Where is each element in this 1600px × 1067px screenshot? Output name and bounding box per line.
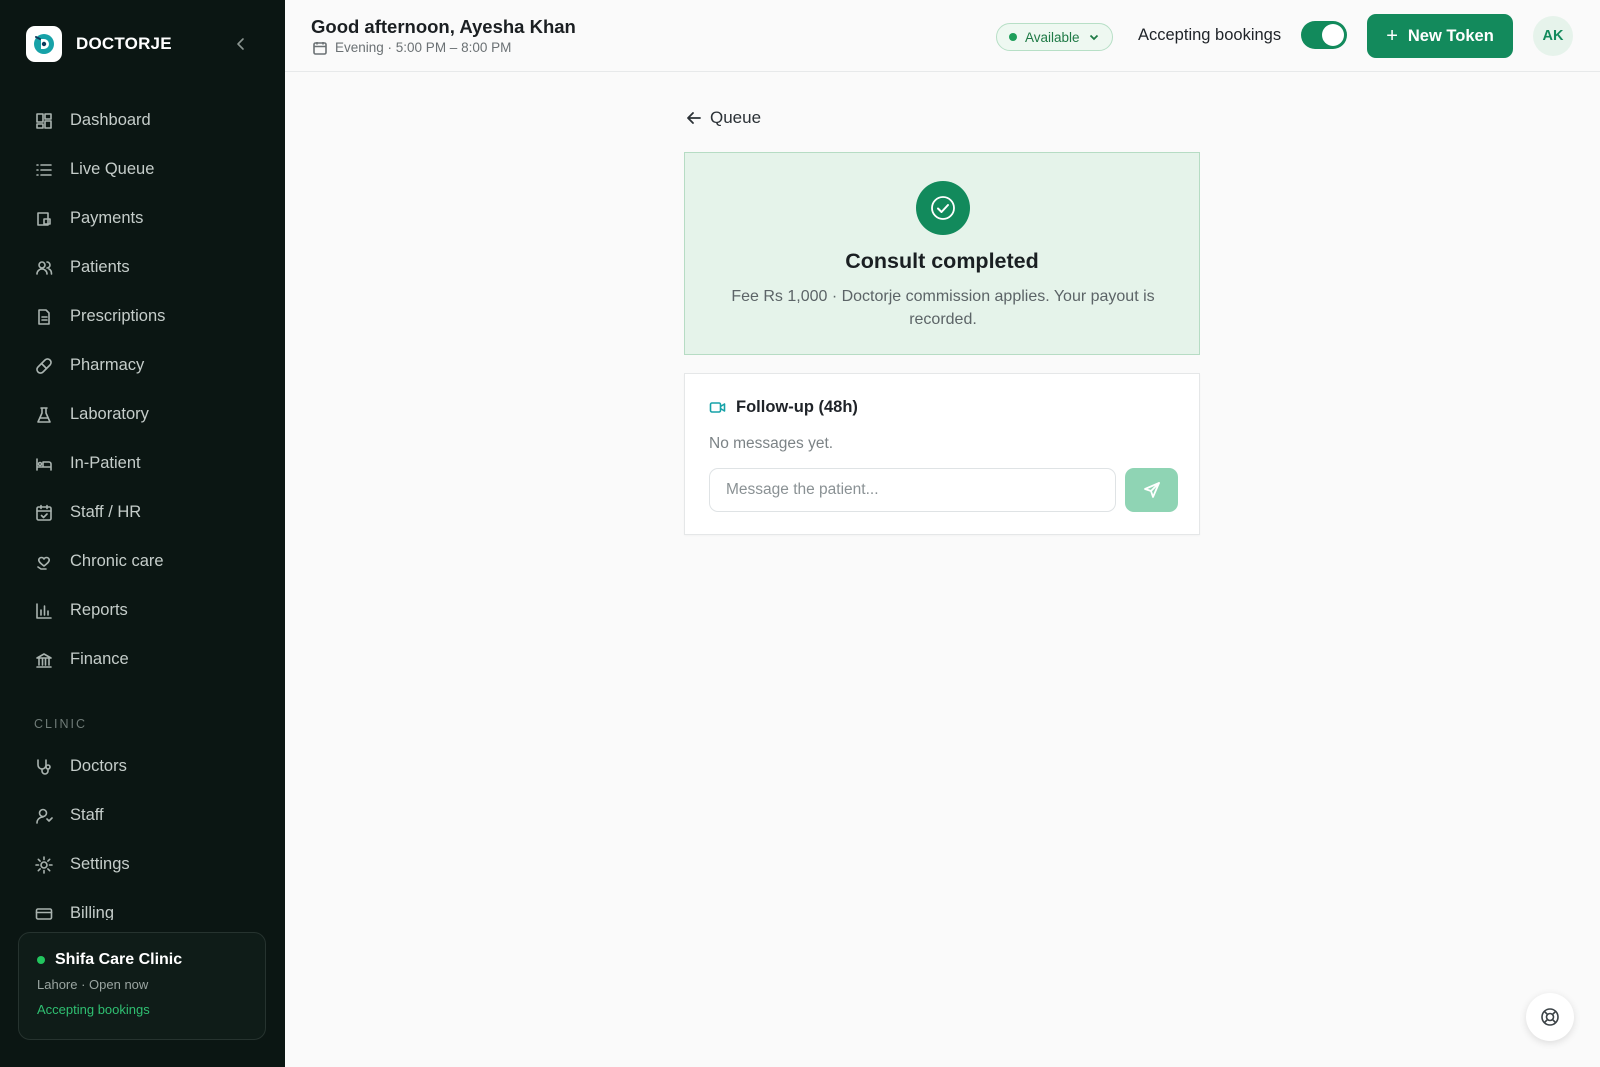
sidebar-item-label: Payments [70, 209, 144, 227]
new-token-label: New Token [1407, 26, 1494, 45]
sidebar-item-settings[interactable]: Settings [0, 840, 285, 889]
sidebar-item-finance[interactable]: Finance [0, 635, 285, 684]
stethoscope-icon [34, 757, 54, 777]
sidebar-item-doctors[interactable]: Doctors [0, 742, 285, 791]
sidebar-item-label: Prescriptions [70, 307, 166, 325]
sidebar-item-label: Live Queue [70, 160, 155, 178]
brand-name: DOCTORJE [76, 34, 172, 53]
sidebar-item-label: Staff / HR [70, 503, 142, 521]
send-icon [1143, 482, 1160, 498]
users-icon [34, 258, 54, 278]
plus-icon: + [1386, 25, 1398, 47]
sidebar-item-billing[interactable]: Billing [0, 889, 285, 920]
back-label: Queue [710, 108, 762, 127]
avatar[interactable]: AK [1533, 16, 1573, 56]
sidebar-item-label: Laboratory [70, 405, 149, 423]
list-icon [34, 160, 54, 180]
calendar-check-icon [34, 503, 54, 523]
sidebar-section-clinic: CLINIC [34, 717, 87, 731]
video-icon [709, 402, 726, 413]
availability-dot [1009, 33, 1017, 41]
clinic-booking-status: Accepting bookings [37, 1002, 150, 1017]
sidebar-item-label: Reports [70, 601, 128, 619]
sidebar-item-label: Pharmacy [70, 356, 145, 374]
sidebar-item-label: Doctors [70, 757, 127, 775]
wallet-icon [34, 209, 54, 229]
sidebar-item-patients[interactable]: Patients [0, 243, 285, 292]
greeting: Good afternoon, Ayesha Khan [311, 16, 576, 37]
new-token-button[interactable]: + New Token [1367, 14, 1513, 58]
consult-completed-description: Fee Rs 1,000 · Doctorje commission appli… [731, 288, 1155, 328]
send-message-button[interactable] [1125, 468, 1178, 512]
sidebar-item-chronic-care[interactable]: Chronic care [0, 537, 285, 586]
accepting-bookings-label: Accepting bookings [1138, 26, 1282, 44]
top-header: Good afternoon, Ayesha Khan Evening · 5:… [285, 0, 1600, 72]
user-icon [34, 806, 54, 826]
brand[interactable]: DOCTORJE [26, 26, 172, 62]
file-icon [34, 307, 54, 327]
clinic-location: Lahore · Open now [37, 977, 149, 992]
clinic-card[interactable]: Shifa Care Clinic Lahore · Open now Acce… [18, 932, 266, 1040]
availability-label: Available [1025, 29, 1080, 45]
sidebar-item-label: Billing [70, 904, 115, 920]
bank-icon [34, 650, 54, 670]
calendar-icon [313, 41, 327, 55]
follow-up-header: Follow-up (48h) [709, 398, 858, 417]
sidebar-item-live-queue[interactable]: Live Queue [0, 145, 285, 194]
back-to-queue-link[interactable]: Queue [686, 108, 761, 128]
sidebar-item-laboratory[interactable]: Laboratory [0, 390, 285, 439]
shift-info: Evening · 5:00 PM – 8:00 PM [313, 40, 511, 55]
sidebar-item-staff[interactable]: Staff [0, 791, 285, 840]
sidebar-item-dashboard[interactable]: Dashboard [0, 96, 285, 145]
message-input[interactable] [709, 468, 1116, 512]
chevron-down-icon [1089, 34, 1098, 41]
follow-up-card: Follow-up (48h) No messages yet. [684, 373, 1200, 535]
arrow-left-icon [687, 112, 701, 124]
empty-messages-text: No messages yet. [709, 435, 834, 452]
sidebar-item-label: In-Patient [70, 454, 141, 472]
sidebar-item-label: Patients [70, 258, 130, 276]
collapse-sidebar-button[interactable] [232, 33, 250, 55]
help-button[interactable] [1526, 993, 1574, 1041]
check-circle-icon [916, 181, 970, 235]
credit-card-icon [34, 904, 54, 921]
flask-icon [34, 405, 54, 425]
consult-completed-card: Consult completed Fee Rs 1,000 · Doctorj… [684, 152, 1200, 355]
sidebar-clinic-nav: Doctors Staff Settings Billing [0, 742, 285, 920]
gear-icon [34, 855, 54, 875]
availability-dropdown[interactable]: Available [996, 23, 1113, 51]
accepting-bookings-toggle[interactable] [1301, 21, 1347, 49]
sidebar-item-prescriptions[interactable]: Prescriptions [0, 292, 285, 341]
lifebuoy-icon [1541, 1008, 1559, 1026]
sidebar-item-reports[interactable]: Reports [0, 586, 285, 635]
sidebar: DOCTORJE Dashboard Live Queue Payments P… [0, 0, 285, 1067]
bed-icon [34, 454, 54, 474]
sidebar-item-payments[interactable]: Payments [0, 194, 285, 243]
clinic-status-dot [37, 956, 45, 964]
sidebar-item-staff-hr[interactable]: Staff / HR [0, 488, 285, 537]
shift-text: Evening · 5:00 PM – 8:00 PM [335, 40, 512, 55]
sidebar-item-label: Finance [70, 650, 129, 668]
clinic-name: Shifa Care Clinic [55, 951, 183, 968]
sidebar-item-label: Settings [70, 855, 130, 873]
toggle-knob [1322, 24, 1344, 46]
doctorje-logo-icon [26, 26, 62, 62]
sidebar-item-in-patient[interactable]: In-Patient [0, 439, 285, 488]
consult-completed-title: Consult completed [845, 249, 1039, 273]
follow-up-title: Follow-up (48h) [736, 398, 858, 416]
sidebar-item-label: Chronic care [70, 552, 164, 570]
sidebar-item-pharmacy[interactable]: Pharmacy [0, 341, 285, 390]
pill-icon [34, 356, 54, 376]
chevron-left-icon [237, 38, 244, 50]
bar-chart-icon [34, 601, 54, 621]
sidebar-item-label: Dashboard [70, 111, 151, 129]
sidebar-nav: Dashboard Live Queue Payments Patients P… [0, 96, 285, 684]
dashboard-icon [34, 111, 54, 131]
sidebar-item-label: Staff [70, 806, 104, 824]
heart-hand-icon [34, 552, 54, 572]
